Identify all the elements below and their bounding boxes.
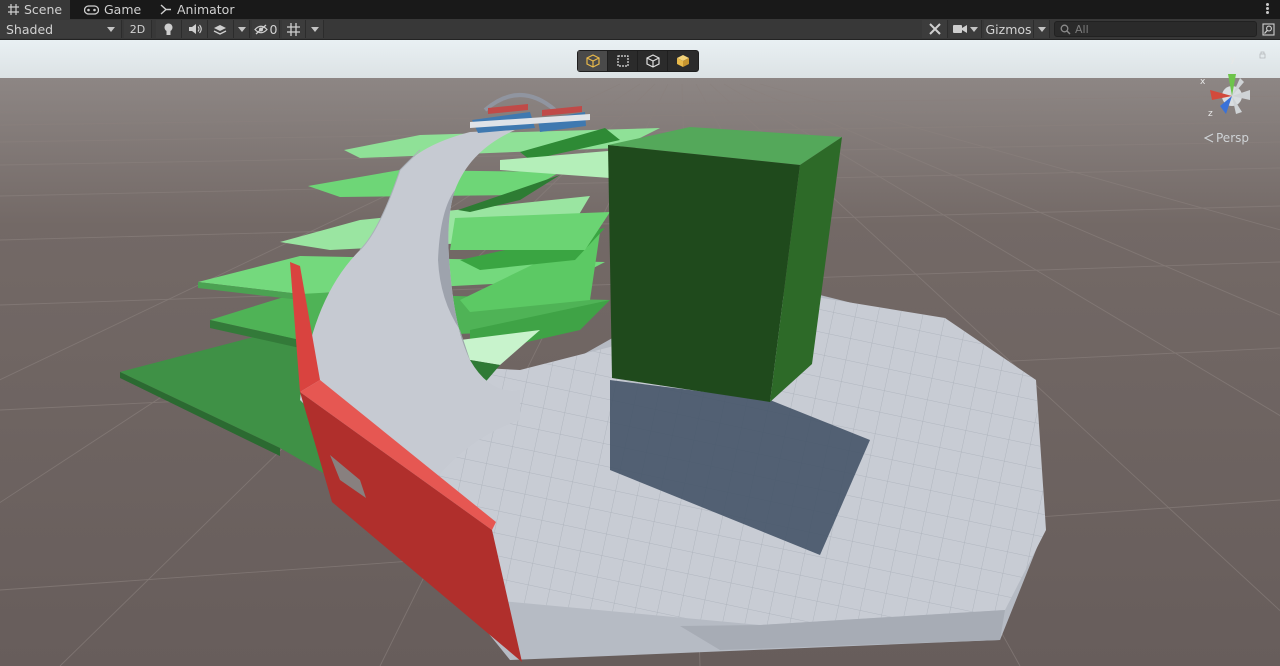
tool-cube-outline[interactable] <box>578 51 608 71</box>
effects-dropdown[interactable] <box>234 20 250 38</box>
tab-game[interactable]: Game <box>76 0 149 19</box>
tool-cube-wire[interactable] <box>638 51 668 71</box>
draw-mode-dropdown[interactable]: Shaded <box>0 20 122 38</box>
chevron-down-icon <box>1037 26 1046 32</box>
more-options-icon[interactable] <box>1266 2 1270 16</box>
lighting-toggle-button[interactable] <box>156 20 182 38</box>
scene-visibility-button[interactable]: 0 <box>252 20 280 38</box>
orientation-gizmo[interactable]: x y z <box>1192 50 1272 130</box>
effects-toggle-button[interactable] <box>208 20 234 38</box>
speaker-icon <box>188 24 202 34</box>
eye-hidden-icon <box>253 24 268 34</box>
search-filter-icon <box>1261 22 1275 36</box>
2d-toggle-button[interactable]: 2D <box>124 20 152 38</box>
search-input[interactable]: All <box>1054 21 1257 37</box>
gizmos-dropdown[interactable] <box>1034 20 1050 38</box>
grid-snap-icon <box>287 22 300 36</box>
chevron-down-icon <box>237 26 246 32</box>
layers-effects-icon <box>213 25 227 35</box>
tab-label: Animator <box>177 2 235 17</box>
tab-label: Game <box>104 2 142 17</box>
scene-toolbar: Shaded 2D 0 Gizmos All <box>0 19 1280 40</box>
hidden-count: 0 <box>269 21 278 37</box>
rect-select-icon <box>616 55 629 67</box>
chevron-down-icon <box>310 26 319 32</box>
lightbulb-icon <box>164 23 173 35</box>
gizmos-button[interactable]: Gizmos <box>984 20 1034 38</box>
camera-icon <box>953 25 967 33</box>
search-icon <box>1060 24 1071 34</box>
2d-label: 2D <box>129 22 146 36</box>
scene-render[interactable] <box>0 40 1280 666</box>
camera-settings-button[interactable] <box>950 20 982 38</box>
tab-animator[interactable]: Animator <box>152 0 242 19</box>
grid-icon <box>8 4 19 15</box>
chevron-down-icon <box>970 26 978 32</box>
projection-label: Persp <box>1216 131 1249 145</box>
cube-wire-icon <box>645 54 660 68</box>
tool-rect-select[interactable] <box>608 51 638 71</box>
cube-outline-icon <box>585 54 600 68</box>
draw-mode-label: Shaded <box>6 21 54 37</box>
tool-cube-solid[interactable] <box>668 51 698 71</box>
search-placeholder: All <box>1075 22 1089 36</box>
tools-button[interactable] <box>922 20 948 38</box>
grid-toggle-button[interactable] <box>282 20 306 38</box>
tall-green-block <box>608 127 842 402</box>
tab-scene[interactable]: Scene <box>0 0 71 19</box>
search-filter-button[interactable] <box>1260 20 1276 38</box>
tab-label: Scene <box>24 2 63 17</box>
grid-dropdown[interactable] <box>306 20 324 38</box>
tools-icon <box>928 23 941 35</box>
y-label: y <box>1230 55 1236 65</box>
projection-toggle[interactable]: Persp <box>1204 131 1249 145</box>
z-label: z <box>1208 109 1213 119</box>
gamepad-icon <box>84 4 99 15</box>
perspective-icon <box>1204 133 1214 143</box>
tab-strip: Scene Game Animator <box>0 0 1280 19</box>
gizmos-label: Gizmos <box>985 21 1032 37</box>
x-label: x <box>1200 77 1206 87</box>
chevron-down-icon <box>107 26 115 32</box>
scene-viewport[interactable]: x y z Persp <box>0 40 1280 666</box>
tool-overlay <box>577 50 699 72</box>
audio-toggle-button[interactable] <box>182 20 208 38</box>
animator-icon <box>160 4 171 15</box>
lock-icon[interactable] <box>1259 51 1266 59</box>
cube-solid-icon <box>677 55 689 67</box>
